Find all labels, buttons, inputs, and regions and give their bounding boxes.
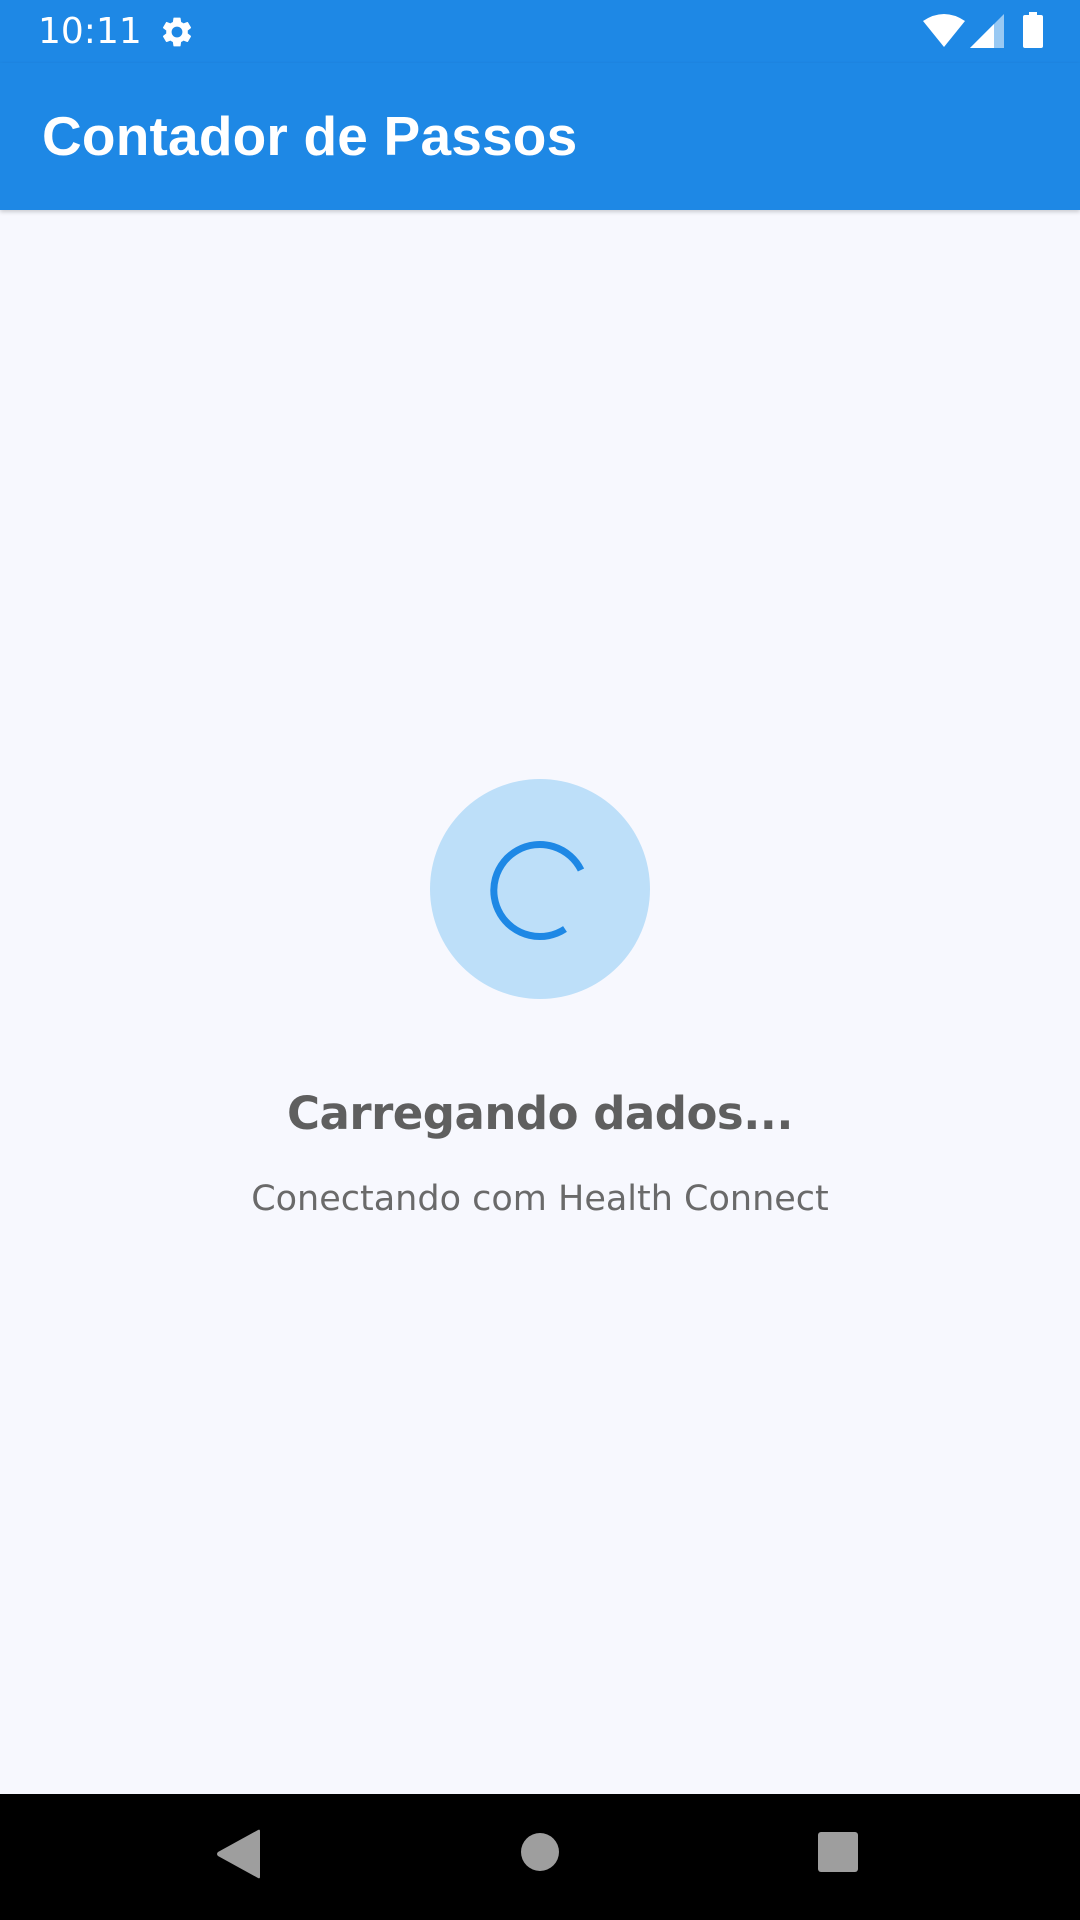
- app-title: Contador de Passos: [42, 105, 578, 167]
- app-bar: Contador de Passos: [0, 63, 1080, 210]
- progress-spinner-icon: [490, 841, 585, 940]
- wifi-icon: [923, 14, 965, 47]
- status-bar: 10:11: [0, 0, 1080, 63]
- battery-icon: [1023, 12, 1043, 48]
- loading-title: Carregando dados...: [287, 1087, 793, 1140]
- signal-icon: [970, 14, 1004, 48]
- back-icon[interactable]: [216, 1829, 260, 1879]
- gear-icon: [162, 17, 192, 47]
- loading-badge: [430, 779, 650, 999]
- status-time: 10:11: [38, 11, 142, 52]
- recents-icon[interactable]: [818, 1832, 858, 1872]
- home-icon[interactable]: [520, 1832, 560, 1872]
- loading-subtitle: Conectando com Health Connect: [251, 1179, 829, 1219]
- navigation-bar: [0, 1794, 1080, 1920]
